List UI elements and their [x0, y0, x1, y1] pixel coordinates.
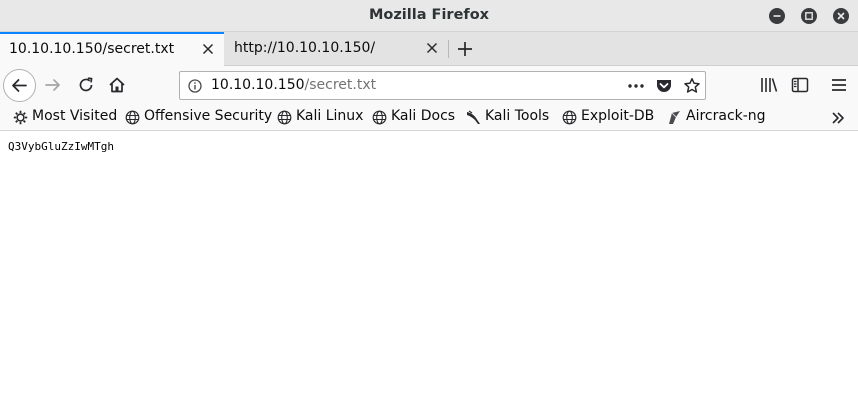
home-icon[interactable]	[108, 76, 126, 94]
info-icon[interactable]	[188, 79, 202, 93]
minimize-icon	[773, 15, 781, 17]
tab-close-icon[interactable]	[426, 42, 438, 54]
bookmarks-overflow-chevron-icon[interactable]	[830, 110, 846, 126]
bookmark-star-icon[interactable]	[683, 77, 701, 95]
kali-dragon-icon	[467, 110, 480, 124]
url-text[interactable]: 10.10.10.150/secret.txt	[211, 77, 376, 93]
new-tab-plus-icon[interactable]	[456, 40, 474, 58]
bookmark-label: Offensive Security	[144, 108, 273, 124]
back-button[interactable]	[3, 69, 36, 102]
bookmark-label: Kali Tools	[485, 108, 550, 124]
maximize-icon	[805, 12, 813, 20]
maximize-button[interactable]	[801, 8, 817, 24]
plain-text-content: Q3VybGluZzIwMTgh	[8, 140, 114, 153]
tab-label: 10.10.10.150/secret.txt	[9, 41, 175, 57]
hamburger-menu-icon[interactable]	[830, 76, 848, 94]
globe-icon	[277, 110, 292, 125]
library-icon[interactable]	[759, 76, 779, 94]
navigation-toolbar: 10.10.10.150/secret.txt	[0, 66, 858, 104]
bookmark-label: Kali Linux	[296, 108, 364, 124]
back-arrow-icon	[12, 79, 27, 92]
tab-label: http://10.10.10.150/	[234, 40, 376, 56]
minimize-button[interactable]	[769, 8, 785, 24]
globe-icon	[372, 110, 387, 125]
pocket-icon[interactable]	[655, 77, 673, 95]
bookmark-label: Most Visited	[32, 108, 118, 124]
page-content: Q3VybGluZzIwMTgh	[0, 132, 858, 418]
tab-strip: 10.10.10.150/secret.txt http://10.10.10.…	[0, 32, 858, 66]
reload-icon[interactable]	[77, 76, 95, 94]
tab-separator	[448, 40, 449, 58]
tab-secret-txt[interactable]: 10.10.10.150/secret.txt	[0, 32, 224, 66]
close-icon	[837, 12, 845, 20]
bookmark-label: Kali Docs	[391, 108, 456, 124]
close-window-button[interactable]	[833, 8, 849, 24]
gear-icon	[13, 110, 28, 125]
bookmarks-toolbar: Most Visited Offensive Security Kali Lin…	[0, 104, 858, 131]
bookmark-label: Exploit-DB	[581, 108, 655, 124]
forward-arrow-icon[interactable]	[44, 76, 62, 94]
tab-http-root[interactable]: http://10.10.10.150/	[225, 32, 448, 66]
page-actions-icon[interactable]	[627, 79, 645, 93]
aircrack-icon	[669, 111, 680, 124]
url-bar[interactable]: 10.10.10.150/secret.txt	[179, 71, 706, 100]
sidebar-icon[interactable]	[791, 76, 809, 94]
window-titlebar[interactable]: Mozilla Firefox	[0, 0, 858, 32]
globe-icon	[562, 110, 577, 125]
window-title: Mozilla Firefox	[368, 7, 490, 23]
url-path: /secret.txt	[304, 77, 377, 93]
tab-close-icon[interactable]	[202, 43, 214, 55]
globe-icon	[125, 110, 140, 125]
bookmark-label: Aircrack-ng	[686, 108, 766, 124]
url-host: 10.10.10.150	[211, 77, 305, 93]
